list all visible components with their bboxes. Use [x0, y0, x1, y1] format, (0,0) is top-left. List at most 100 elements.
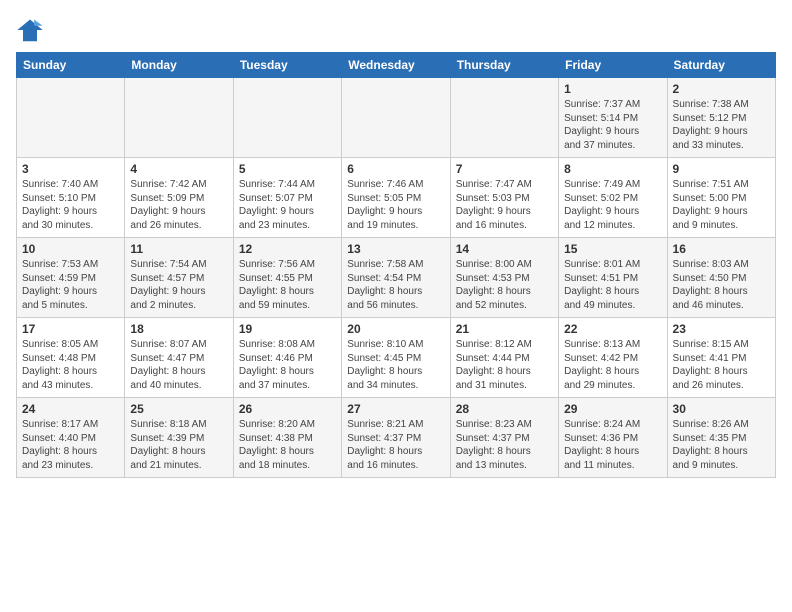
calendar-cell: 20Sunrise: 8:10 AM Sunset: 4:45 PM Dayli… [342, 318, 450, 398]
calendar-week-row: 24 Sunrise: 8:17 AM Sunset: 4:40 PM Dayli… [17, 398, 776, 478]
day-number: 27 [347, 402, 444, 416]
cell-content: Sunrise: 8:13 AM Sunset: 4:42 PM Dayligh… [564, 338, 661, 392]
cell-content: Sunrise: 8:15 AM Sunset: 4:41 PM Dayligh… [673, 338, 770, 392]
calendar-cell: 18 Sunrise: 8:07 AM Sunset: 4:47 PM Dayli… [125, 318, 233, 398]
day-number: 14 [456, 242, 553, 256]
calendar-cell: 22 Sunrise: 8:13 AM Sunset: 4:42 PM Dayli… [559, 318, 667, 398]
calendar-cell [17, 78, 125, 158]
cell-content: Sunrise: 8:23 AM Sunset: 4:37 PM Dayligh… [456, 418, 553, 472]
cell-content: Sunrise: 7:44 AM Sunset: 5:07 PM Dayligh… [239, 178, 336, 232]
page-header [16, 16, 776, 44]
day-number: 2 [673, 82, 770, 96]
cell-content: Sunrise: 7:42 AM Sunset: 5:09 PM Dayligh… [130, 178, 227, 232]
calendar-cell: 7 Sunrise: 7:47 AM Sunset: 5:03 PM Daylig… [450, 158, 558, 238]
calendar-cell: 16 Sunrise: 8:03 AM Sunset: 4:50 PM Dayli… [667, 238, 775, 318]
calendar-cell [125, 78, 233, 158]
cell-content: Sunrise: 7:54 AM Sunset: 4:57 PM Dayligh… [130, 258, 227, 312]
calendar-cell: 14 Sunrise: 8:00 AM Sunset: 4:53 PM Dayli… [450, 238, 558, 318]
calendar-cell [450, 78, 558, 158]
cell-content: Sunrise: 8:20 AM Sunset: 4:38 PM Dayligh… [239, 418, 336, 472]
calendar-cell: 19 Sunrise: 8:08 AM Sunset: 4:46 PM Dayli… [233, 318, 341, 398]
cell-content: Sunrise: 8:07 AM Sunset: 4:47 PM Dayligh… [130, 338, 227, 392]
calendar-cell: 8 Sunrise: 7:49 AM Sunset: 5:02 PM Daylig… [559, 158, 667, 238]
day-number: 26 [239, 402, 336, 416]
cell-content: Sunrise: 7:40 AM Sunset: 5:10 PM Dayligh… [22, 178, 119, 232]
calendar-cell: 26 Sunrise: 8:20 AM Sunset: 4:38 PM Dayli… [233, 398, 341, 478]
day-number: 7 [456, 162, 553, 176]
cell-content: Sunrise: 8:08 AM Sunset: 4:46 PM Dayligh… [239, 338, 336, 392]
weekday-header: Friday [559, 53, 667, 78]
day-number: 12 [239, 242, 336, 256]
cell-content: Sunrise: 8:24 AM Sunset: 4:36 PM Dayligh… [564, 418, 661, 472]
day-number: 20 [347, 322, 444, 336]
calendar-cell: 28 Sunrise: 8:23 AM Sunset: 4:37 PM Dayli… [450, 398, 558, 478]
cell-content: Sunrise: 8:01 AM Sunset: 4:51 PM Dayligh… [564, 258, 661, 312]
day-number: 21 [456, 322, 553, 336]
calendar-cell: 15 Sunrise: 8:01 AM Sunset: 4:51 PM Dayli… [559, 238, 667, 318]
cell-content: Sunrise: 7:47 AM Sunset: 5:03 PM Dayligh… [456, 178, 553, 232]
calendar-cell: 6 Sunrise: 7:46 AM Sunset: 5:05 PM Daylig… [342, 158, 450, 238]
day-number: 29 [564, 402, 661, 416]
day-number: 24 [22, 402, 119, 416]
logo [16, 16, 48, 44]
calendar-cell: 5 Sunrise: 7:44 AM Sunset: 5:07 PM Daylig… [233, 158, 341, 238]
calendar-cell: 2Sunrise: 7:38 AM Sunset: 5:12 PM Daylig… [667, 78, 775, 158]
day-number: 9 [673, 162, 770, 176]
day-number: 16 [673, 242, 770, 256]
cell-content: Sunrise: 7:51 AM Sunset: 5:00 PM Dayligh… [673, 178, 770, 232]
calendar-cell [233, 78, 341, 158]
day-number: 22 [564, 322, 661, 336]
calendar-cell: 9 Sunrise: 7:51 AM Sunset: 5:00 PM Daylig… [667, 158, 775, 238]
calendar-cell: 30Sunrise: 8:26 AM Sunset: 4:35 PM Dayli… [667, 398, 775, 478]
calendar-cell: 12 Sunrise: 7:56 AM Sunset: 4:55 PM Dayli… [233, 238, 341, 318]
day-number: 8 [564, 162, 661, 176]
calendar-cell: 13Sunrise: 7:58 AM Sunset: 4:54 PM Dayli… [342, 238, 450, 318]
cell-content: Sunrise: 8:17 AM Sunset: 4:40 PM Dayligh… [22, 418, 119, 472]
day-number: 13 [347, 242, 444, 256]
calendar-table: SundayMondayTuesdayWednesdayThursdayFrid… [16, 52, 776, 478]
calendar-cell: 21 Sunrise: 8:12 AM Sunset: 4:44 PM Dayli… [450, 318, 558, 398]
weekday-header: Thursday [450, 53, 558, 78]
day-number: 15 [564, 242, 661, 256]
calendar-cell: 27 Sunrise: 8:21 AM Sunset: 4:37 PM Dayli… [342, 398, 450, 478]
cell-content: Sunrise: 8:03 AM Sunset: 4:50 PM Dayligh… [673, 258, 770, 312]
calendar-cell [342, 78, 450, 158]
day-number: 25 [130, 402, 227, 416]
cell-content: Sunrise: 8:21 AM Sunset: 4:37 PM Dayligh… [347, 418, 444, 472]
weekday-header: Monday [125, 53, 233, 78]
calendar-cell: 1 Sunrise: 7:37 AM Sunset: 5:14 PM Daylig… [559, 78, 667, 158]
cell-content: Sunrise: 8:12 AM Sunset: 4:44 PM Dayligh… [456, 338, 553, 392]
calendar-cell: 23Sunrise: 8:15 AM Sunset: 4:41 PM Dayli… [667, 318, 775, 398]
day-number: 18 [130, 322, 227, 336]
day-number: 6 [347, 162, 444, 176]
calendar-cell: 3 Sunrise: 7:40 AM Sunset: 5:10 PM Daylig… [17, 158, 125, 238]
day-number: 3 [22, 162, 119, 176]
calendar-cell: 29 Sunrise: 8:24 AM Sunset: 4:36 PM Dayli… [559, 398, 667, 478]
calendar-cell: 24 Sunrise: 8:17 AM Sunset: 4:40 PM Dayli… [17, 398, 125, 478]
calendar-week-row: 10Sunrise: 7:53 AM Sunset: 4:59 PM Dayli… [17, 238, 776, 318]
weekday-header: Saturday [667, 53, 775, 78]
weekday-header-row: SundayMondayTuesdayWednesdayThursdayFrid… [17, 53, 776, 78]
logo-icon [16, 16, 44, 44]
day-number: 19 [239, 322, 336, 336]
day-number: 30 [673, 402, 770, 416]
cell-content: Sunrise: 7:49 AM Sunset: 5:02 PM Dayligh… [564, 178, 661, 232]
calendar-cell: 10Sunrise: 7:53 AM Sunset: 4:59 PM Dayli… [17, 238, 125, 318]
day-number: 28 [456, 402, 553, 416]
cell-content: Sunrise: 8:18 AM Sunset: 4:39 PM Dayligh… [130, 418, 227, 472]
calendar-cell: 25 Sunrise: 8:18 AM Sunset: 4:39 PM Dayli… [125, 398, 233, 478]
day-number: 17 [22, 322, 119, 336]
weekday-header: Tuesday [233, 53, 341, 78]
cell-content: Sunrise: 8:05 AM Sunset: 4:48 PM Dayligh… [22, 338, 119, 392]
weekday-header: Sunday [17, 53, 125, 78]
weekday-header: Wednesday [342, 53, 450, 78]
day-number: 5 [239, 162, 336, 176]
cell-content: Sunrise: 7:37 AM Sunset: 5:14 PM Dayligh… [564, 98, 661, 152]
day-number: 10 [22, 242, 119, 256]
day-number: 4 [130, 162, 227, 176]
cell-content: Sunrise: 7:46 AM Sunset: 5:05 PM Dayligh… [347, 178, 444, 232]
cell-content: Sunrise: 7:56 AM Sunset: 4:55 PM Dayligh… [239, 258, 336, 312]
day-number: 1 [564, 82, 661, 96]
calendar-cell: 4 Sunrise: 7:42 AM Sunset: 5:09 PM Daylig… [125, 158, 233, 238]
cell-content: Sunrise: 8:00 AM Sunset: 4:53 PM Dayligh… [456, 258, 553, 312]
